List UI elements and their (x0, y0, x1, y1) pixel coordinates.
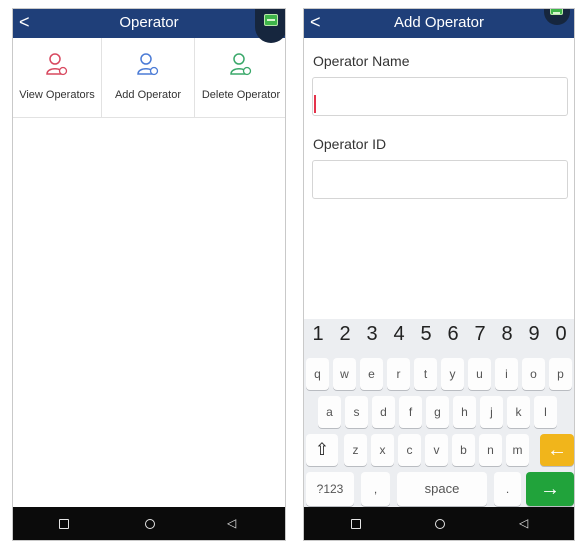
user-delete-icon (230, 53, 252, 76)
enter-icon[interactable]: → (526, 472, 574, 506)
symbols-key[interactable]: ?123 (306, 472, 354, 506)
system-nav-bar: ◁ (304, 507, 574, 540)
key-j[interactable]: j (480, 396, 503, 428)
key-g[interactable]: g (426, 396, 449, 428)
nav-back-icon[interactable]: ◁ (519, 516, 528, 530)
key-a[interactable]: a (318, 396, 341, 428)
home-icon[interactable] (435, 519, 445, 529)
home-icon[interactable] (145, 519, 155, 529)
key-2[interactable]: 2 (332, 323, 358, 346)
key-e[interactable]: e (360, 358, 383, 390)
user-add-icon (137, 53, 159, 76)
key-3[interactable]: 3 (359, 323, 385, 346)
key-4[interactable]: 4 (386, 323, 412, 346)
key-p[interactable]: p (549, 358, 572, 390)
space-key[interactable]: space (397, 472, 487, 506)
key-q[interactable]: q (306, 358, 329, 390)
key-k[interactable]: k (507, 396, 530, 428)
system-nav-bar: ◁ (13, 507, 285, 540)
key-1[interactable]: 1 (305, 323, 331, 346)
key-f[interactable]: f (399, 396, 422, 428)
add-operator-label: Add Operator (114, 89, 182, 101)
letter-row-1: q w e r t y u i o p (304, 358, 574, 392)
add-operator-screen: < Add Operator Operator Name Operator ID… (303, 8, 575, 541)
page-title: Add Operator (393, 14, 485, 31)
key-s[interactable]: s (345, 396, 368, 428)
key-i[interactable]: i (495, 358, 518, 390)
key-u[interactable]: u (468, 358, 491, 390)
key-t[interactable]: t (414, 358, 437, 390)
key-y[interactable]: y (441, 358, 464, 390)
number-row: 1 2 3 4 5 6 7 8 9 0 (304, 319, 574, 353)
app-bar: < Add Operator (304, 9, 574, 38)
key-c[interactable]: c (398, 434, 421, 466)
user-view-icon (46, 53, 68, 76)
page-title: Operator (119, 14, 179, 31)
bottom-row: ?123 , space . → (304, 472, 574, 508)
recents-icon[interactable] (351, 519, 361, 529)
letter-row-2: a s d f g h j k l (304, 396, 574, 430)
key-b[interactable]: b (452, 434, 475, 466)
key-z[interactable]: z (344, 434, 367, 466)
key-o[interactable]: o (522, 358, 545, 390)
operator-name-label: Operator Name (313, 53, 410, 69)
shift-icon[interactable]: ⇧ (306, 434, 338, 466)
operator-menu: View Operators Add Operator Delete Opera… (13, 38, 285, 118)
key-9[interactable]: 9 (521, 323, 547, 346)
key-w[interactable]: w (333, 358, 356, 390)
monitor-icon (550, 9, 563, 15)
key-x[interactable]: x (371, 434, 394, 466)
key-6[interactable]: 6 (440, 323, 466, 346)
letter-row-3: ⇧ z x c v b n m ← (304, 434, 574, 468)
comma-key[interactable]: , (361, 472, 390, 506)
key-n[interactable]: n (479, 434, 502, 466)
operator-name-input[interactable] (312, 77, 568, 116)
key-l[interactable]: l (534, 396, 557, 428)
key-5[interactable]: 5 (413, 323, 439, 346)
operator-screen: < Operator View Operators Add Operator D… (12, 8, 286, 541)
delete-operator-label: Delete Operator (201, 89, 281, 101)
operator-id-input[interactable] (312, 160, 568, 199)
period-key[interactable]: . (494, 472, 521, 506)
monitor-icon (264, 14, 278, 26)
key-v[interactable]: v (425, 434, 448, 466)
operator-id-label: Operator ID (313, 136, 387, 152)
view-operators-label: View Operators (19, 89, 95, 101)
key-m[interactable]: m (506, 434, 529, 466)
key-r[interactable]: r (387, 358, 410, 390)
recents-icon[interactable] (59, 519, 69, 529)
key-d[interactable]: d (372, 396, 395, 428)
add-operator-button[interactable]: Add Operator (102, 38, 195, 117)
app-bar: < Operator (13, 9, 285, 43)
key-0[interactable]: 0 (548, 323, 574, 346)
key-7[interactable]: 7 (467, 323, 493, 346)
backspace-icon[interactable]: ← (540, 434, 574, 466)
key-8[interactable]: 8 (494, 323, 520, 346)
view-operators-button[interactable]: View Operators (13, 38, 102, 117)
text-cursor (314, 95, 316, 113)
soft-keyboard: 1 2 3 4 5 6 7 8 9 0 q w e r t y u i o p … (304, 319, 574, 510)
key-h[interactable]: h (453, 396, 476, 428)
nav-back-icon[interactable]: ◁ (227, 516, 236, 530)
delete-operator-button[interactable]: Delete Operator (195, 38, 285, 117)
